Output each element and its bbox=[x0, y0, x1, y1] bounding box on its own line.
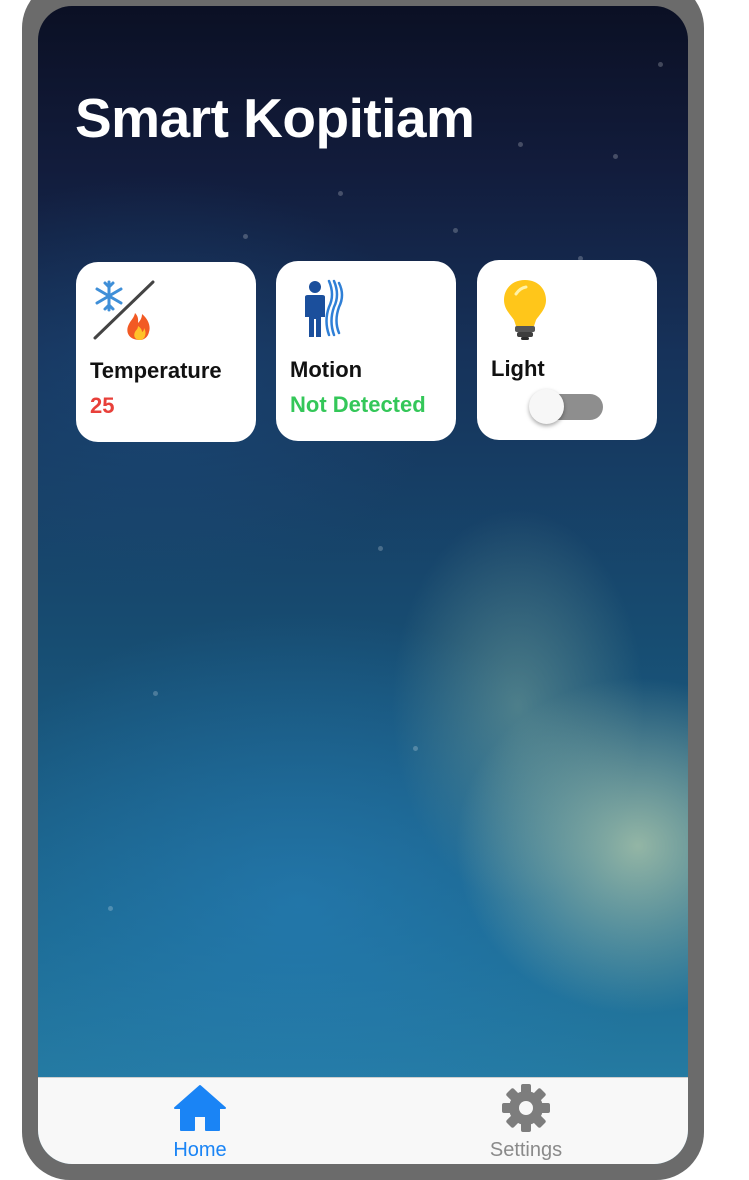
motion-status: Not Detected bbox=[290, 392, 426, 417]
gear-icon bbox=[502, 1084, 550, 1132]
background-star bbox=[153, 691, 158, 696]
temperature-card[interactable]: Temperature 25 bbox=[76, 262, 256, 442]
background-star bbox=[338, 191, 343, 196]
motion-label: Motion bbox=[290, 357, 363, 382]
temperature-value: 25 bbox=[90, 393, 115, 418]
toggle-knob[interactable] bbox=[529, 389, 564, 424]
background-star bbox=[613, 154, 618, 159]
light-label: Light bbox=[491, 356, 545, 381]
tab-home[interactable]: Home bbox=[100, 1078, 300, 1164]
background-star bbox=[243, 234, 248, 239]
home-icon bbox=[174, 1085, 226, 1131]
app-screen: Smart Kopitiam Temperature 25 Motion Not… bbox=[38, 6, 688, 1164]
tab-settings-label: Settings bbox=[489, 1139, 563, 1161]
snowflake-fire-icon bbox=[93, 280, 155, 340]
background-star bbox=[108, 906, 113, 911]
light-toggle[interactable] bbox=[529, 389, 603, 424]
tab-bar: Home Settings bbox=[38, 1077, 688, 1164]
background-star bbox=[518, 142, 523, 147]
temperature-label: Temperature bbox=[90, 358, 222, 383]
page-title: Smart Kopitiam bbox=[75, 87, 475, 149]
background-star bbox=[453, 228, 458, 233]
person-motion-icon bbox=[305, 279, 344, 337]
light-bulb-icon bbox=[504, 280, 546, 340]
background-star bbox=[413, 746, 418, 751]
tab-home-label: Home bbox=[173, 1139, 227, 1161]
light-card[interactable]: Light bbox=[477, 260, 657, 440]
background-star bbox=[378, 546, 383, 551]
background-star bbox=[658, 62, 663, 67]
tab-settings[interactable]: Settings bbox=[426, 1078, 626, 1164]
motion-card[interactable]: Motion Not Detected bbox=[276, 261, 456, 441]
